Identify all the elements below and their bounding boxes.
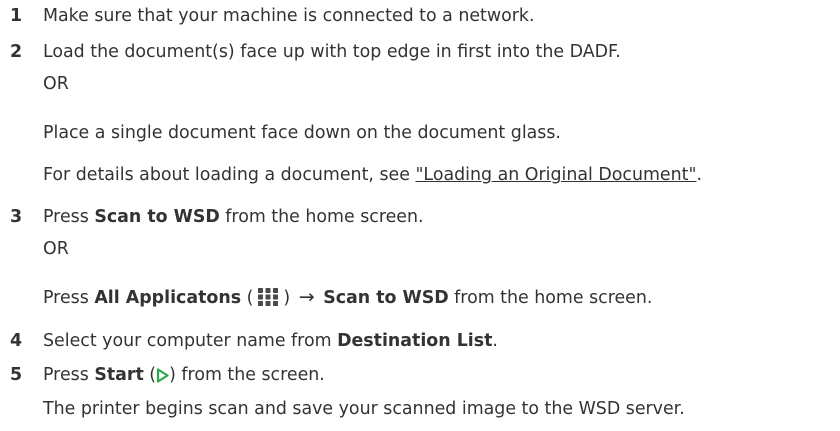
details-suffix: . — [696, 165, 702, 185]
step-3-rest-2: from the home screen. — [448, 288, 653, 308]
step-3-alt: Press All Applicatons ( ) → Scan to WSD … — [43, 286, 652, 309]
close-paren: ) — [283, 288, 291, 308]
step-4-suffix: . — [492, 331, 498, 351]
step-number: 4 — [10, 331, 23, 351]
destination-list-label: Destination List — [337, 331, 493, 351]
step-number: 1 — [10, 6, 23, 26]
step-4-text: Select your computer name from Destinati… — [43, 330, 498, 352]
press-text: Press — [43, 365, 95, 385]
open-paren: ( — [143, 365, 157, 385]
step-3-rest: from the home screen. — [219, 207, 424, 227]
apps-grid-icon — [258, 288, 279, 306]
step-4-prefix: Select your computer name from — [43, 331, 338, 351]
right-arrow-icon: → — [298, 286, 315, 308]
close-paren: ) — [169, 365, 176, 385]
step-number: 2 — [10, 42, 23, 62]
step-2-details: For details about loading a document, se… — [43, 164, 702, 186]
step-number: 5 — [10, 365, 23, 385]
press-text: Press — [43, 288, 95, 308]
start-label: Start — [94, 365, 144, 385]
step-2-or: OR — [43, 74, 69, 94]
loading-original-document-link[interactable]: "Loading an Original Document" — [415, 165, 696, 185]
details-prefix: For details about loading a document, se… — [43, 165, 416, 185]
step-number: 3 — [10, 207, 23, 227]
scan-to-wsd-label: Scan to WSD — [94, 207, 220, 227]
start-play-icon — [157, 368, 169, 383]
step-2-alt: Place a single document face down on the… — [43, 123, 561, 143]
all-applications-label: All Applicatons — [94, 288, 242, 308]
press-text: Press — [43, 207, 95, 227]
step-3-or: OR — [43, 239, 69, 259]
step-5-suffix: from the screen. — [175, 365, 325, 385]
step-5-result: The printer begins scan and save your sc… — [43, 399, 685, 419]
step-3-text: Press Scan to WSD from the home screen. — [43, 206, 424, 228]
open-paren: ( — [241, 288, 254, 308]
scan-to-wsd-label: Scan to WSD — [323, 288, 449, 308]
step-1-text: Make sure that your machine is connected… — [43, 6, 535, 26]
step-2-text: Load the document(s) face up with top ed… — [43, 42, 621, 62]
step-5-text: Press Start ( ) from the screen. — [43, 364, 325, 386]
